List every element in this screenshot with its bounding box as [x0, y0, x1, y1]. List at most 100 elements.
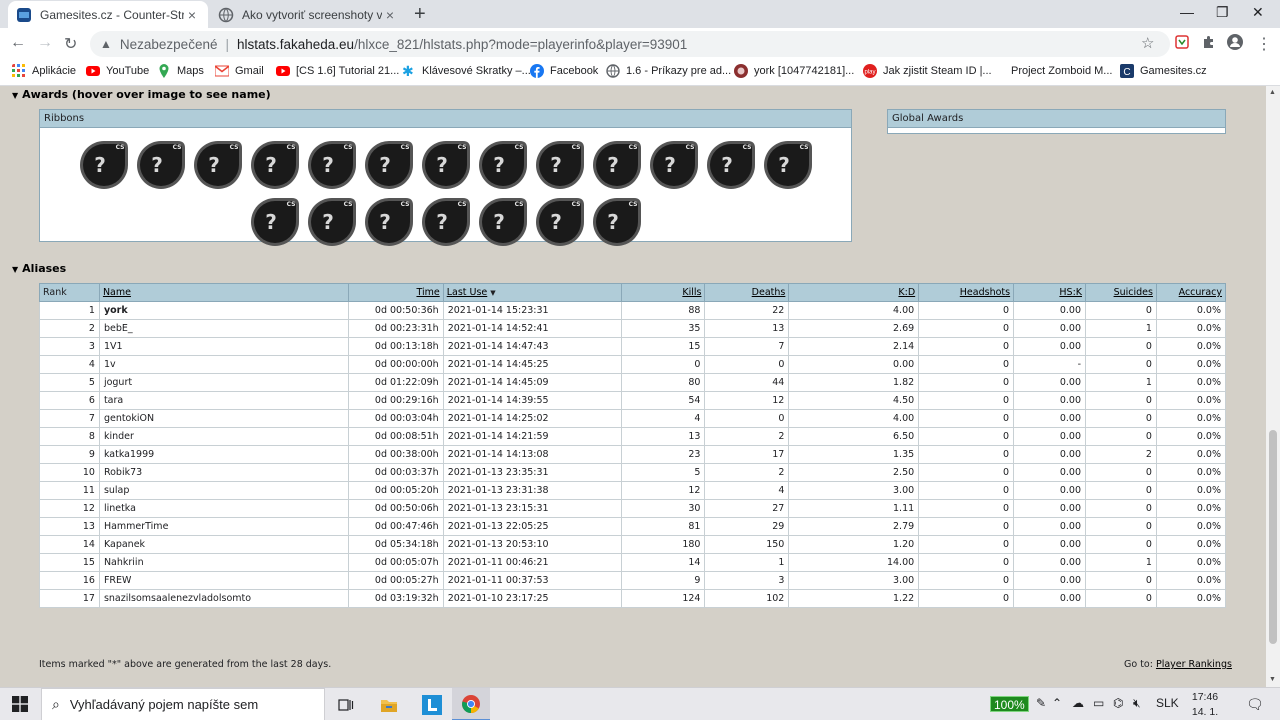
- column-header-time[interactable]: Time: [347, 283, 444, 302]
- sort-link[interactable]: HS:K: [1059, 287, 1082, 298]
- cell-headshots: 0: [918, 355, 1015, 374]
- reload-icon[interactable]: ↻: [64, 34, 77, 54]
- bookmark-commands[interactable]: 1.6 - Príkazy pre ad...: [606, 64, 731, 78]
- notifications-icon[interactable]: 🗨︎: [1246, 696, 1264, 713]
- chrome-icon[interactable]: [452, 688, 490, 720]
- ribbon-award-icon[interactable]: ? CS: [361, 136, 418, 193]
- bookmark-cs-tutorial[interactable]: [CS 1.6] Tutorial 21...: [276, 64, 399, 78]
- cell-time: 0d 05:34:18h: [347, 535, 444, 554]
- sort-link[interactable]: Suicides: [1114, 287, 1153, 298]
- bookmark-york[interactable]: york [1047742181]...: [734, 64, 854, 78]
- taskbar-search[interactable]: ⌕ Vyhľadávaný pojem napíšte sem: [41, 688, 325, 720]
- windows-start-icon[interactable]: [12, 696, 28, 712]
- ribbon-award-icon[interactable]: ? CS: [247, 136, 304, 193]
- bookmark-apps[interactable]: Aplikácie: [12, 64, 76, 78]
- minimize-icon[interactable]: —: [1180, 4, 1194, 20]
- ribbon-award-icon[interactable]: ? CS: [475, 136, 532, 193]
- player-rankings-link[interactable]: Player Rankings: [1156, 659, 1232, 670]
- column-header-last-use[interactable]: Last Use ▼: [442, 283, 622, 302]
- awards-section-header[interactable]: ▼ Awards (hover over image to see name): [12, 88, 271, 101]
- back-arrow-icon[interactable]: ←: [10, 34, 26, 52]
- bookmark-project-zomboid[interactable]: Project Zomboid M...: [991, 64, 1112, 78]
- sort-link[interactable]: Deaths: [752, 287, 786, 298]
- sort-link[interactable]: K:D: [898, 287, 915, 298]
- ribbon-award-icon[interactable]: ? CS: [475, 193, 532, 250]
- column-header-hsk[interactable]: HS:K: [1013, 283, 1086, 302]
- language-indicator[interactable]: SLK: [1156, 696, 1179, 710]
- ribbon-award-icon[interactable]: ? CS: [418, 193, 475, 250]
- menu-kebab-icon[interactable]: ⋮: [1256, 34, 1272, 54]
- bookmark-facebook[interactable]: Facebook: [530, 64, 598, 78]
- ribbon-award-icon[interactable]: ? CS: [190, 136, 247, 193]
- cell-accuracy: 0.0%: [1155, 463, 1227, 482]
- window-close-icon[interactable]: ✕: [1252, 4, 1264, 21]
- ribbon-award-icon[interactable]: ? CS: [247, 193, 304, 250]
- ribbon-award-icon[interactable]: ? CS: [532, 193, 589, 250]
- ribbon-award-icon[interactable]: ? CS: [361, 193, 418, 250]
- bookmark-maps[interactable]: Maps: [157, 64, 204, 78]
- ribbon-award-icon[interactable]: ? CS: [532, 136, 589, 193]
- new-tab-button[interactable]: +: [414, 4, 426, 24]
- column-header-name[interactable]: Name: [98, 283, 349, 302]
- aliases-section-header[interactable]: ▼ Aliases: [12, 262, 66, 275]
- scroll-down-icon[interactable]: ▼: [1269, 676, 1276, 683]
- task-view-icon[interactable]: [327, 688, 365, 720]
- network-icon[interactable]: ⌬: [1113, 696, 1123, 710]
- sort-link[interactable]: Accuracy: [1179, 287, 1222, 298]
- sort-link[interactable]: Time: [416, 287, 439, 298]
- ribbon-award-icon[interactable]: ? CS: [760, 136, 817, 193]
- l-app-icon[interactable]: [413, 688, 451, 720]
- scroll-up-icon[interactable]: ▲: [1269, 89, 1276, 96]
- ribbon-award-icon[interactable]: ? CS: [589, 136, 646, 193]
- profile-avatar-icon[interactable]: [1227, 34, 1243, 50]
- clock[interactable]: 17:46 14. 1. 2021: [1180, 690, 1230, 720]
- column-header-kd[interactable]: K:D: [788, 283, 920, 302]
- address-bar[interactable]: ▲ Nezabezpečené | hlstats.fakaheda.eu /h…: [90, 31, 1170, 57]
- bookmark-gamesites[interactable]: C Gamesites.cz: [1120, 64, 1207, 78]
- vertical-scrollbar[interactable]: ▲ ▼: [1266, 86, 1280, 687]
- cloud-icon[interactable]: ☁: [1072, 696, 1084, 710]
- ribbon-award-icon[interactable]: ? CS: [646, 136, 703, 193]
- pen-icon[interactable]: ✎: [1036, 696, 1046, 710]
- tab-gamesites[interactable]: Gamesites.cz - Counter-Strike - P ×: [8, 1, 208, 28]
- ribbon-award-icon[interactable]: ? CS: [133, 136, 190, 193]
- column-header-deaths[interactable]: Deaths: [704, 283, 790, 302]
- column-header-accuracy[interactable]: Accuracy: [1155, 283, 1227, 302]
- maximize-icon[interactable]: ❐: [1216, 4, 1229, 21]
- battery-indicator[interactable]: 100%: [990, 696, 1029, 712]
- cell-kills: 15: [620, 337, 706, 356]
- bookmark-youtube[interactable]: YouTube: [86, 64, 149, 78]
- ribbon-award-icon[interactable]: ? CS: [418, 136, 475, 193]
- ribbon-badge: CS: [628, 144, 637, 151]
- bookmark-steam-id[interactable]: play Jak zjistit Steam ID |...: [863, 64, 992, 78]
- ribbon-award-icon[interactable]: ? CS: [76, 136, 133, 193]
- ribbon-award-icon[interactable]: ? CS: [304, 136, 361, 193]
- battery-icon[interactable]: ▭: [1093, 696, 1104, 710]
- extension-shield-icon[interactable]: [1174, 34, 1190, 50]
- cell-name: snazilsomsaalenezvladolsomto: [98, 589, 349, 608]
- volume-muted-icon[interactable]: 🔇︎: [1133, 696, 1141, 711]
- column-header-suicides[interactable]: Suicides: [1085, 283, 1157, 302]
- sort-link[interactable]: Last Use: [447, 287, 488, 298]
- bookmark-label: Aplikácie: [32, 65, 77, 77]
- sort-link[interactable]: Kills: [682, 287, 701, 298]
- forward-arrow-icon[interactable]: →: [37, 34, 53, 52]
- ribbon-award-icon[interactable]: ? CS: [703, 136, 760, 193]
- bookmark-star-icon[interactable]: ☆: [1141, 34, 1154, 52]
- sort-link[interactable]: Headshots: [960, 287, 1010, 298]
- sort-link[interactable]: Name: [103, 287, 131, 298]
- scrollbar-thumb[interactable]: [1269, 430, 1277, 644]
- column-header-headshots[interactable]: Headshots: [918, 283, 1015, 302]
- bookmark-shortcuts[interactable]: ✱ Klávesové Skratky –...: [402, 64, 531, 78]
- bookmark-gmail[interactable]: Gmail: [215, 64, 264, 78]
- ribbon-award-icon[interactable]: ? CS: [589, 193, 646, 250]
- ribbon-award-icon[interactable]: ? CS: [304, 193, 361, 250]
- chevron-up-icon[interactable]: ⌃: [1052, 696, 1062, 710]
- close-icon[interactable]: ×: [184, 7, 200, 23]
- file-explorer-icon[interactable]: [370, 688, 408, 720]
- table-row: 4 1v 0d 00:00:00h 2021-01-14 14:45:25 0 0 0.00…: [39, 355, 1227, 374]
- extensions-puzzle-icon[interactable]: [1201, 34, 1217, 50]
- column-header-kills[interactable]: Kills: [620, 283, 706, 302]
- tab-screenshot-guide[interactable]: Ako vytvoriť screenshoty vo Win ×: [210, 1, 406, 28]
- close-icon[interactable]: ×: [382, 7, 398, 23]
